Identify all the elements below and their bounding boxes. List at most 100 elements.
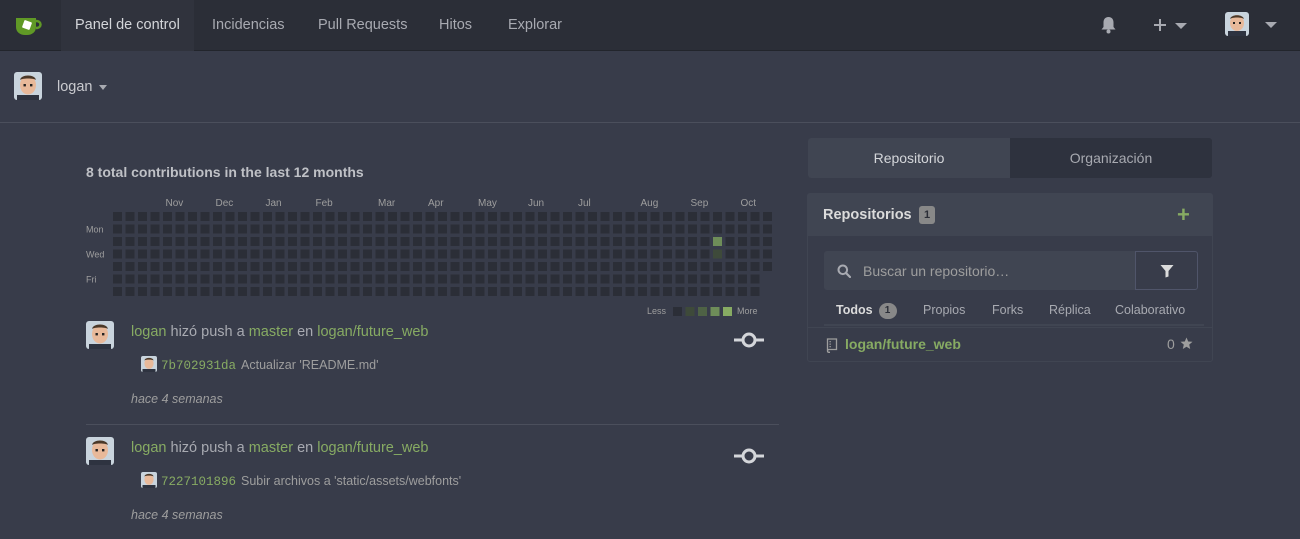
heatmap-cell[interactable]	[550, 224, 560, 234]
avatar[interactable]	[1225, 12, 1249, 36]
heatmap-cell[interactable]	[750, 212, 760, 221]
heatmap-cell[interactable]	[300, 287, 310, 296]
heatmap-cell[interactable]	[163, 262, 172, 271]
heatmap-cell[interactable]	[375, 237, 385, 246]
heatmap-cell[interactable]	[200, 212, 210, 221]
heatmap-cell[interactable]	[450, 224, 460, 234]
heatmap-cell[interactable]	[413, 249, 422, 259]
heatmap-cell[interactable]	[263, 274, 272, 284]
heatmap-cell[interactable]	[263, 287, 272, 296]
heatmap-cell[interactable]	[675, 274, 685, 284]
heatmap-cell[interactable]	[363, 237, 372, 246]
heatmap-cell[interactable]	[600, 237, 610, 246]
heatmap-cell[interactable]	[500, 249, 510, 259]
heatmap-cell[interactable]	[713, 262, 722, 271]
nav-dashboard[interactable]: Panel de control	[61, 0, 194, 51]
heatmap-cell[interactable]	[238, 287, 247, 296]
heatmap-cell[interactable]	[713, 287, 722, 296]
heatmap-cell[interactable]	[438, 274, 447, 284]
heatmap-cell[interactable]	[325, 287, 335, 296]
heatmap-cell[interactable]	[188, 237, 197, 246]
heatmap-cell[interactable]	[275, 237, 285, 246]
logo-icon[interactable]	[14, 13, 44, 37]
heatmap-cell[interactable]	[338, 212, 347, 221]
heatmap-cell[interactable]	[688, 287, 697, 296]
add-repository-button[interactable]: +	[1177, 204, 1190, 226]
heatmap-cell[interactable]	[413, 274, 422, 284]
heatmap-cell[interactable]	[500, 212, 510, 221]
heatmap-cell[interactable]	[113, 212, 122, 221]
heatmap-cell[interactable]	[238, 224, 247, 234]
heatmap-cell[interactable]	[725, 287, 735, 296]
heatmap-cell[interactable]	[163, 224, 172, 234]
heatmap-cell[interactable]	[675, 212, 685, 221]
heatmap-cell[interactable]	[563, 287, 572, 296]
heatmap-cell[interactable]	[200, 274, 210, 284]
heatmap-cell[interactable]	[588, 212, 597, 221]
avatar[interactable]	[86, 321, 114, 349]
heatmap-cell[interactable]	[413, 287, 422, 296]
heatmap-cell[interactable]	[463, 287, 472, 296]
heatmap-cell[interactable]	[500, 274, 510, 284]
heatmap-cell[interactable]	[175, 287, 185, 296]
heatmap-cell[interactable]	[588, 262, 597, 271]
heatmap-cell[interactable]	[563, 274, 572, 284]
heatmap-cell[interactable]	[163, 249, 172, 259]
heatmap-cell[interactable]	[588, 224, 597, 234]
heatmap-cell[interactable]	[150, 262, 160, 271]
heatmap-cell[interactable]	[600, 274, 610, 284]
heatmap-cell[interactable]	[763, 249, 772, 259]
heatmap-cell[interactable]	[613, 287, 622, 296]
heatmap-cell[interactable]	[700, 224, 710, 234]
heatmap-cell[interactable]	[225, 212, 235, 221]
heatmap-cell[interactable]	[700, 262, 710, 271]
heatmap-cell[interactable]	[538, 212, 547, 221]
heatmap-cell[interactable]	[475, 249, 485, 259]
heatmap-cell[interactable]	[475, 237, 485, 246]
heatmap-cell[interactable]	[588, 249, 597, 259]
heatmap-cell[interactable]	[725, 262, 735, 271]
subtab-collaborative[interactable]: Colaborativo	[1115, 294, 1185, 326]
heatmap-cell[interactable]	[350, 224, 360, 234]
heatmap-cell[interactable]	[525, 287, 535, 296]
heatmap-cell[interactable]	[688, 237, 697, 246]
heatmap-cell[interactable]	[375, 274, 385, 284]
heatmap-cell[interactable]	[675, 249, 685, 259]
heatmap-cell[interactable]	[650, 249, 660, 259]
heatmap-cell[interactable]	[325, 249, 335, 259]
heatmap-cell[interactable]	[638, 224, 647, 234]
heatmap-cell[interactable]	[138, 249, 147, 259]
heatmap-cell[interactable]	[675, 262, 685, 271]
heatmap-cell[interactable]	[375, 249, 385, 259]
heatmap-cell[interactable]	[550, 274, 560, 284]
heatmap-cell[interactable]	[638, 287, 647, 296]
heatmap-cell[interactable]	[475, 212, 485, 221]
feed-branch-link[interactable]: master	[249, 324, 293, 340]
heatmap-cell[interactable]	[700, 249, 710, 259]
heatmap-cell[interactable]	[238, 237, 247, 246]
heatmap-cell[interactable]	[200, 287, 210, 296]
heatmap-cell[interactable]	[513, 262, 522, 271]
heatmap-cell[interactable]	[163, 287, 172, 296]
heatmap-cell[interactable]	[338, 249, 347, 259]
nav-pull-requests[interactable]: Pull Requests	[304, 0, 421, 51]
heatmap-cell[interactable]	[425, 262, 435, 271]
heatmap-cell[interactable]	[713, 249, 722, 259]
heatmap-cell[interactable]	[338, 224, 347, 234]
heatmap-cell[interactable]	[463, 262, 472, 271]
heatmap-cell[interactable]	[325, 274, 335, 284]
heatmap-cell[interactable]	[125, 287, 135, 296]
heatmap-cell[interactable]	[525, 212, 535, 221]
heatmap-cell[interactable]	[450, 274, 460, 284]
heatmap-cell[interactable]	[413, 262, 422, 271]
heatmap-cell[interactable]	[313, 224, 322, 234]
heatmap-cell[interactable]	[650, 274, 660, 284]
heatmap-cell[interactable]	[425, 249, 435, 259]
heatmap-cell[interactable]	[500, 224, 510, 234]
heatmap-cell[interactable]	[450, 212, 460, 221]
heatmap-cell[interactable]	[288, 249, 297, 259]
heatmap-cell[interactable]	[575, 249, 585, 259]
heatmap-cell[interactable]	[450, 237, 460, 246]
heatmap-cell[interactable]	[375, 262, 385, 271]
heatmap-cell[interactable]	[213, 274, 222, 284]
